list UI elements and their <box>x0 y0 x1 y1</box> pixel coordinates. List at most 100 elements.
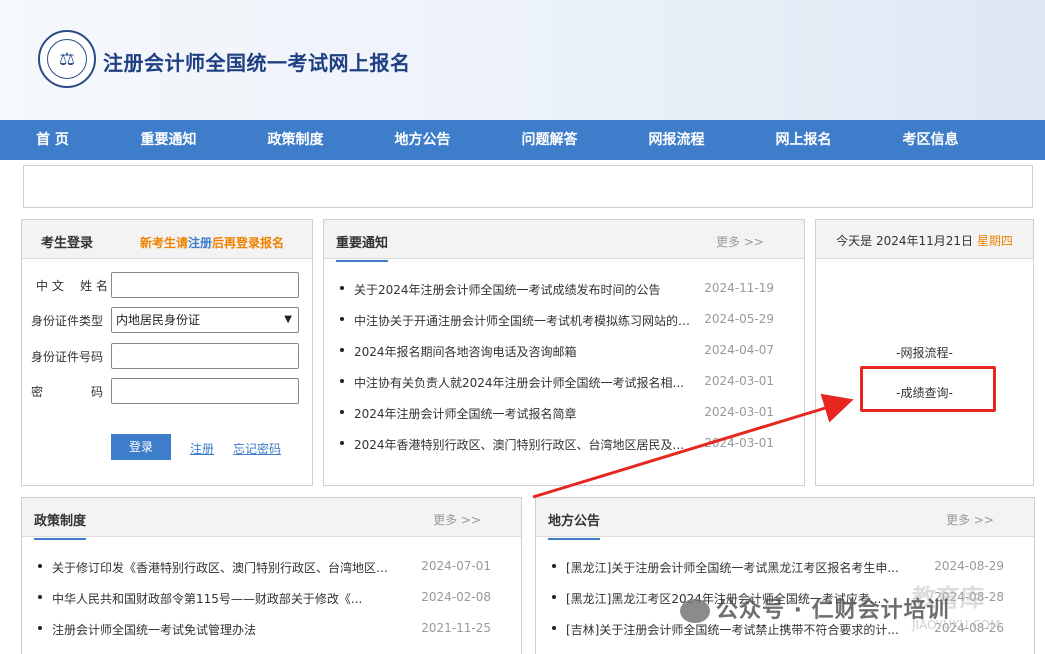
password-row: 密 码 <box>22 378 312 404</box>
scales-icon: ⚖ <box>47 39 87 79</box>
login-header: 考生登录 新考生请注册后再登录报名 <box>22 220 312 259</box>
today-text: 今天是 2024年11月21日 星期四 <box>816 232 1033 249</box>
list-item[interactable]: 2024年注册会计师全国统一考试报名简章 2024-03-01 <box>324 403 804 423</box>
nav-register[interactable]: 网上报名 <box>740 120 867 160</box>
password-label-b: 码 <box>90 385 103 399</box>
name-label-a: 中 文 <box>36 279 64 293</box>
notices-more-link[interactable]: 更多 >> <box>716 233 764 250</box>
name-row: 中 文 姓 名 <box>22 272 312 298</box>
news-title[interactable]: 中注协有关负责人就2024年注册会计师全国统一考试报名相... <box>354 374 699 391</box>
list-item[interactable]: 关于修订印发《香港特别行政区、澳门特别行政区、台湾地区居... 2024-07-0… <box>22 557 521 577</box>
id-type-row: 身份证件类型 内地居民身份证 ▼ <box>22 307 312 333</box>
news-title[interactable]: 中注协关于开通注册会计师全国统一考试机考模拟练习网站的公... <box>354 312 699 329</box>
register-tip-before: 新考生请 <box>140 236 189 250</box>
main-nav: 首 页 重要通知 政策制度 地方公告 问题解答 网报流程 网上报名 考区信息 <box>0 120 1045 160</box>
news-date: 2024-03-01 <box>704 405 774 419</box>
news-title[interactable]: 关于修订印发《香港特别行政区、澳门特别行政区、台湾地区居... <box>52 559 392 576</box>
local-title: 地方公告 <box>548 510 601 540</box>
news-date: 2024-03-01 <box>704 374 774 388</box>
list-item[interactable]: 关于2024年注册会计师全国统一考试成绩发布时间的公告 2024-11-19 <box>324 279 804 299</box>
nav-exam-area[interactable]: 考区信息 <box>867 120 994 160</box>
news-date: 2021-11-25 <box>421 621 491 635</box>
login-button[interactable]: 登录 <box>111 434 171 460</box>
nav-process[interactable]: 网报流程 <box>613 120 740 160</box>
login-title: 考生登录 <box>41 236 94 251</box>
bullet-icon <box>340 286 344 290</box>
id-number-input[interactable] <box>111 343 299 369</box>
local-header: 地方公告 更多 >> <box>536 498 1034 540</box>
news-date: 2024-05-29 <box>704 312 774 326</box>
password-label-a: 密 <box>31 385 44 399</box>
bullet-icon <box>340 410 344 414</box>
list-item[interactable]: 中华人民共和国财政部令第115号——财政部关于修改《... 2024-02-08 <box>22 588 521 608</box>
news-title[interactable]: 注册会计师全国统一考试免试管理办法 <box>52 621 392 638</box>
chevron-down-icon: ▼ <box>284 314 292 325</box>
news-title[interactable]: [黑龙江]关于注册会计师全国统一考试黑龙江考区报名考生申... <box>566 559 906 576</box>
bullet-icon <box>340 379 344 383</box>
policy-panel: 政策制度 更多 >> 关于修订印发《香港特别行政区、澳门特别行政区、台湾地区居.… <box>21 497 522 654</box>
list-item[interactable]: 注册会计师全国统一考试免试管理办法 2021-11-25 <box>22 619 521 639</box>
name-label-b: 姓 名 <box>80 279 108 293</box>
local-more-link[interactable]: 更多 >> <box>946 511 994 528</box>
id-type-select[interactable]: 内地居民身份证 ▼ <box>111 307 299 333</box>
password-label: 密 码 <box>31 383 103 400</box>
nav-policy[interactable]: 政策制度 <box>232 120 359 160</box>
banner-area <box>23 165 1033 208</box>
name-label: 中 文 姓 名 <box>36 277 108 294</box>
id-type-label: 身份证件类型 <box>31 314 104 328</box>
forgot-password-link[interactable]: 忘记密码 <box>233 440 281 457</box>
nav-faq[interactable]: 问题解答 <box>486 120 613 160</box>
bullet-icon <box>552 626 556 630</box>
bullet-icon <box>38 595 42 599</box>
notices-title: 重要通知 <box>336 232 389 262</box>
site-header: ⚖ 注册会计师全国统一考试网上报名 <box>0 0 1045 120</box>
wechat-watermark: 公众号 · 仁财会计培训 <box>680 592 950 624</box>
list-item[interactable]: 2024年报名期间各地咨询电话及咨询邮箱 2024-04-07 <box>324 341 804 361</box>
today-date: 今天是 2024年11月21日 <box>836 234 974 248</box>
cicpa-logo: ⚖ <box>38 30 96 88</box>
bullet-icon <box>552 564 556 568</box>
date-header: 今天是 2024年11月21日 星期四 <box>816 220 1033 259</box>
site-title: 注册会计师全国统一考试网上报名 <box>103 51 411 75</box>
notices-header: 重要通知 更多 >> <box>324 220 804 262</box>
register-tip-link[interactable]: 注册 <box>188 236 212 250</box>
policy-title: 政策制度 <box>34 510 87 540</box>
register-tip-after: 后再登录报名 <box>212 236 285 250</box>
policy-header: 政策制度 更多 >> <box>22 498 521 540</box>
news-title[interactable]: 中华人民共和国财政部令第115号——财政部关于修改《... <box>52 590 392 607</box>
nav-home[interactable]: 首 页 <box>0 120 105 160</box>
id-number-label: 身份证件号码 <box>31 350 104 364</box>
id-type-value: 内地居民身份证 <box>116 313 201 327</box>
name-input[interactable] <box>111 272 299 298</box>
news-date: 2024-02-08 <box>421 590 491 604</box>
process-link[interactable]: -网报流程- <box>816 344 1033 361</box>
today-weekday: 星期四 <box>976 234 1013 248</box>
news-date: 2024-07-01 <box>421 559 491 573</box>
news-date: 2024-11-19 <box>704 281 774 295</box>
policy-more-link[interactable]: 更多 >> <box>433 511 481 528</box>
nav-local[interactable]: 地方公告 <box>359 120 486 160</box>
news-date: 2024-03-01 <box>704 436 774 450</box>
bullet-icon <box>38 626 42 630</box>
notices-panel: 重要通知 更多 >> 关于2024年注册会计师全国统一考试成绩发布时间的公告 20… <box>323 219 805 486</box>
watermark-text: 公众号 · 仁财会计培训 <box>716 598 950 623</box>
news-title[interactable]: 2024年香港特别行政区、澳门特别行政区、台湾地区居民及... <box>354 436 699 453</box>
bullet-icon <box>552 595 556 599</box>
list-item[interactable]: 2024年香港特别行政区、澳门特别行政区、台湾地区居民及... 2024-03-0… <box>324 434 804 454</box>
password-input[interactable] <box>111 378 299 404</box>
list-item[interactable]: 中注协有关负责人就2024年注册会计师全国统一考试报名相... 2024-03-0… <box>324 372 804 392</box>
register-tip: 新考生请注册后再登录报名 <box>140 234 284 251</box>
list-item[interactable]: [黑龙江]关于注册会计师全国统一考试黑龙江考区报名考生申... 2024-08-2… <box>536 557 1034 577</box>
news-title[interactable]: 2024年注册会计师全国统一考试报名简章 <box>354 405 699 422</box>
nav-notices[interactable]: 重要通知 <box>105 120 232 160</box>
news-title[interactable]: 关于2024年注册会计师全国统一考试成绩发布时间的公告 <box>354 281 699 298</box>
register-link[interactable]: 注册 <box>190 440 214 457</box>
bullet-icon <box>38 564 42 568</box>
login-panel: 考生登录 新考生请注册后再登录报名 中 文 姓 名 身份证件类型 内地居民身份证… <box>21 219 313 486</box>
news-title[interactable]: 2024年报名期间各地咨询电话及咨询邮箱 <box>354 343 699 360</box>
bullet-icon <box>340 317 344 321</box>
date-panel: 今天是 2024年11月21日 星期四 -网报流程- -成绩查询- <box>815 219 1034 486</box>
bullet-icon <box>340 441 344 445</box>
list-item[interactable]: 中注协关于开通注册会计师全国统一考试机考模拟练习网站的公... 2024-05-2… <box>324 310 804 330</box>
id-number-row: 身份证件号码 <box>22 343 312 369</box>
